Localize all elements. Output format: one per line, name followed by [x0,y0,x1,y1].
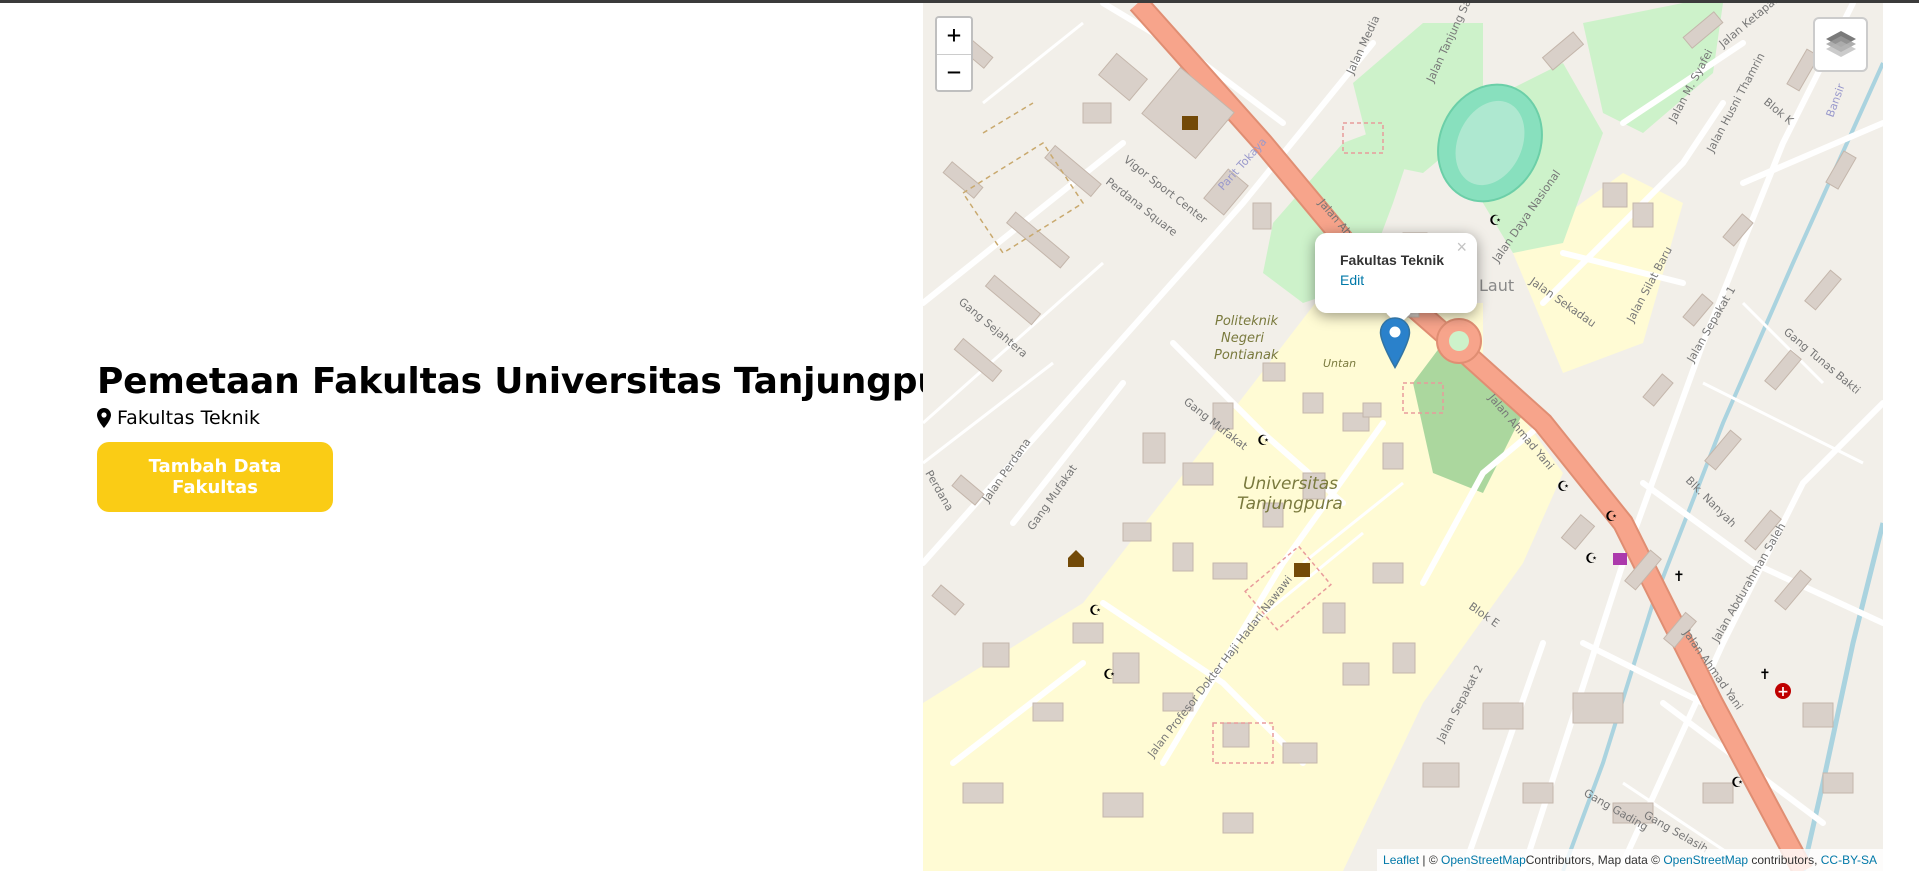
attribution-text-2: contributors, [1748,853,1821,867]
attribution-separator: | © [1419,853,1442,867]
label-university-line-2: Tanjungpura [1237,494,1343,514]
label-laut: Laut [1479,276,1514,295]
marker-popup: × Fakultas Teknik Edit [1315,233,1477,326]
popup-close-button[interactable]: × [1456,237,1467,257]
popup-title: Fakultas Teknik [1340,252,1445,268]
label-polytechnic-line-1: Politeknik [1215,314,1278,329]
label-university-line-1: Universitas [1243,474,1338,494]
left-panel: Pemetaan Fakultas Universitas Tanjungpur… [97,360,985,512]
mosque-icon: ☪ [1103,667,1116,683]
svg-text:+: + [1777,684,1789,700]
location-label: Fakultas Teknik [117,407,260,429]
mosque-icon: ☪ [1257,433,1270,449]
shop-icon [1613,553,1627,565]
layers-control-button[interactable] [1813,17,1868,72]
label-polytechnic-line-3: Pontianak [1214,348,1279,363]
label-polytechnic-line-2: Negeri [1221,331,1264,346]
license-link[interactable]: CC-BY-SA [1821,853,1877,867]
map-marker-icon[interactable] [1379,317,1411,369]
attribution-text-1: Contributors, Map data © [1525,853,1664,867]
map-tiles: Jalan Ahmad Yani Jalan Ahmad Yani Jalan … [923,3,1883,871]
zoom-out-button[interactable]: − [937,55,971,90]
cinema-icon [1182,116,1198,130]
mosque-icon: ☪ [1605,509,1618,525]
mosque-icon: ☪ [1557,479,1570,495]
page-title: Pemetaan Fakultas Universitas Tanjungpur… [97,361,985,402]
map-pin-icon [97,408,111,428]
mosque-icon: ☪ [1489,213,1502,229]
library-icon [1294,563,1310,577]
leaflet-link[interactable]: Leaflet [1383,853,1419,867]
mosque-icon: ☪ [1585,551,1598,567]
zoom-in-button[interactable]: + [937,18,971,55]
popup-edit-link[interactable]: Edit [1340,269,1364,291]
map-container[interactable]: Jalan Ahmad Yani Jalan Ahmad Yani Jalan … [923,3,1883,871]
osm-link-1[interactable]: OpenStreetMap [1441,853,1526,867]
label-untan: Untan [1323,357,1356,370]
map-attribution: Leaflet | © OpenStreetMapContributors, M… [1377,849,1883,871]
location-row: Fakultas Teknik [97,406,897,430]
add-faculty-button[interactable]: Tambah Data Fakultas [97,442,333,512]
zoom-control: + − [935,16,973,92]
church-icon: ✝ [1673,569,1685,585]
osm-link-2[interactable]: OpenStreetMap [1663,853,1748,867]
church-icon: ✝ [1759,667,1771,683]
layers-icon [1824,28,1858,62]
mosque-icon: ☪ [1731,775,1744,791]
mosque-icon: ☪ [1089,603,1102,619]
